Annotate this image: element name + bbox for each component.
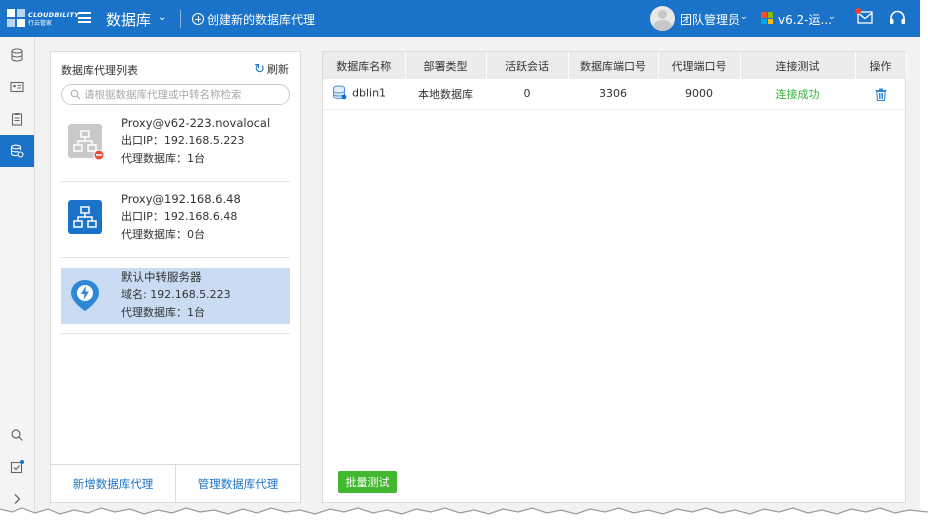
- create-proxy-label: 创建新的数据库代理: [207, 12, 316, 27]
- rail-item-database[interactable]: [0, 39, 34, 71]
- db-port-cell: 3306: [568, 79, 658, 110]
- rail-item-identity[interactable]: [0, 71, 34, 103]
- proxy-db-count: 代理数据库：1台: [121, 152, 205, 165]
- network-online-icon: [68, 200, 102, 234]
- divider: [61, 257, 290, 258]
- hamburger-menu-icon[interactable]: [78, 12, 91, 23]
- proxy-db-count: 代理数据库：1台: [121, 306, 205, 319]
- proxy-item[interactable]: Proxy@192.168.6.48 出口IP：192.168.6.48 代理数…: [61, 190, 290, 246]
- table-header-row: 数据库名称 部署类型 活跃会话 数据库端口号 代理端口号 连接测试 操作: [323, 52, 907, 79]
- refresh-icon: ↻: [254, 61, 265, 77]
- proxy-name: Proxy@192.168.6.48: [121, 192, 241, 206]
- proxy-list-footer: 新增数据库代理 管理数据库代理: [51, 464, 300, 502]
- proxy-list-title: 数据库代理列表: [61, 64, 138, 77]
- logo: CLOUDBILITY 行云管家: [6, 8, 79, 30]
- user-chevron-down-icon[interactable]: ⌄: [740, 12, 748, 22]
- divider: [61, 181, 290, 182]
- batch-test-button[interactable]: 批量测试: [338, 471, 397, 493]
- proxy-domain: 域名: 192.168.5.223: [121, 288, 231, 301]
- task-check-icon: [10, 460, 24, 474]
- proxy-info: Proxy@192.168.6.48 出口IP：192.168.6.48 代理数…: [121, 190, 241, 244]
- search-icon: [11, 429, 23, 441]
- rail-item-audit[interactable]: [0, 103, 34, 135]
- connection-test-status: 连接成功: [740, 79, 855, 110]
- database-icon: [333, 85, 347, 100]
- active-sessions-cell: 0: [486, 79, 568, 110]
- search-icon: [70, 89, 81, 100]
- column-header: 代理端口号: [658, 52, 741, 79]
- column-header: 活跃会话: [486, 52, 569, 79]
- deploy-type-cell: 本地数据库: [405, 79, 486, 110]
- database-table: 数据库名称 部署类型 活跃会话 数据库端口号 代理端口号 连接测试 操作 dbl…: [323, 52, 907, 110]
- rail-item-search[interactable]: [0, 419, 34, 451]
- column-header: 连接测试: [740, 52, 856, 79]
- column-header: 操作: [855, 52, 907, 79]
- version-label[interactable]: v6.2-运...: [778, 11, 832, 28]
- id-card-icon: [10, 81, 24, 93]
- database-icon: [11, 48, 23, 62]
- clipboard-icon: [11, 113, 23, 126]
- avatar[interactable]: [650, 6, 675, 31]
- logo-mark-icon: [7, 9, 25, 27]
- headset-icon[interactable]: [889, 10, 906, 27]
- column-header: 部署类型: [405, 52, 487, 79]
- proxy-port-cell: 9000: [658, 79, 740, 110]
- proxy-info: Proxy@v62-223.novalocal 出口IP：192.168.5.2…: [121, 114, 270, 168]
- db-name-cell: dblin1: [323, 79, 405, 110]
- db-name: dblin1: [352, 86, 387, 100]
- refresh-label: 刷新: [267, 63, 289, 76]
- windows-icon: [761, 12, 773, 24]
- chevron-down-icon[interactable]: ⌄: [158, 12, 166, 23]
- proxy-item[interactable]: Proxy@v62-223.novalocal 出口IP：192.168.5.2…: [61, 114, 290, 170]
- logo-text: CLOUDBILITY: [28, 11, 80, 19]
- logo-subtext: 行云管家: [28, 20, 53, 27]
- proxy-db-count: 代理数据库：0台: [121, 228, 205, 241]
- refresh-button[interactable]: ↻ 刷新: [254, 61, 289, 77]
- add-proxy-button[interactable]: 新增数据库代理: [51, 465, 175, 502]
- page-title: 数据库: [106, 11, 152, 29]
- proxy-name: 默认中转服务器: [121, 270, 202, 284]
- proxy-list-panel: 数据库代理列表 ↻ 刷新 Proxy@v62-223.novalocal 出口I…: [50, 51, 301, 503]
- database-proxy-icon: [10, 144, 24, 158]
- column-header: 数据库名称: [323, 52, 406, 79]
- top-bar: CLOUDBILITY 行云管家 数据库 ⌄ 创建新的数据库代理 团队管理员 ⌄…: [0, 0, 920, 37]
- proxy-ip: 出口IP：192.168.6.48: [121, 210, 238, 223]
- divider: [180, 10, 181, 28]
- proxy-item-selected[interactable]: 默认中转服务器 域名: 192.168.5.223 代理数据库：1台: [61, 268, 290, 324]
- relay-server-icon: [71, 280, 99, 311]
- torn-edge-decoration: [0, 507, 928, 523]
- proxy-ip: 出口IP：192.168.5.223: [121, 134, 245, 147]
- trash-icon[interactable]: [875, 88, 887, 101]
- column-header: 数据库端口号: [568, 52, 659, 79]
- table-row[interactable]: dblin1 本地数据库 0 3306 9000 连接成功: [323, 79, 906, 110]
- user-name[interactable]: 团队管理员: [680, 11, 740, 28]
- rail-item-tasks[interactable]: [0, 451, 34, 483]
- notification-dot: [855, 8, 861, 14]
- proxy-search: [61, 84, 290, 105]
- version-chevron-down-icon[interactable]: ⌄: [828, 12, 836, 22]
- proxy-info: 默认中转服务器 域名: 192.168.5.223 代理数据库：1台: [121, 268, 231, 322]
- rail-item-db-proxy[interactable]: [0, 135, 34, 167]
- create-proxy-button[interactable]: 创建新的数据库代理: [192, 10, 315, 28]
- manage-proxy-button[interactable]: 管理数据库代理: [175, 465, 300, 502]
- left-rail: [0, 37, 35, 513]
- plus-circle-icon: [192, 13, 204, 25]
- proxy-name: Proxy@v62-223.novalocal: [121, 116, 271, 130]
- database-table-panel: 数据库名称 部署类型 活跃会话 数据库端口号 代理端口号 连接测试 操作 dbl…: [322, 51, 907, 503]
- proxy-search-input[interactable]: [84, 87, 284, 102]
- network-offline-icon: [68, 124, 104, 160]
- actions-cell: [855, 79, 906, 110]
- divider: [61, 333, 290, 334]
